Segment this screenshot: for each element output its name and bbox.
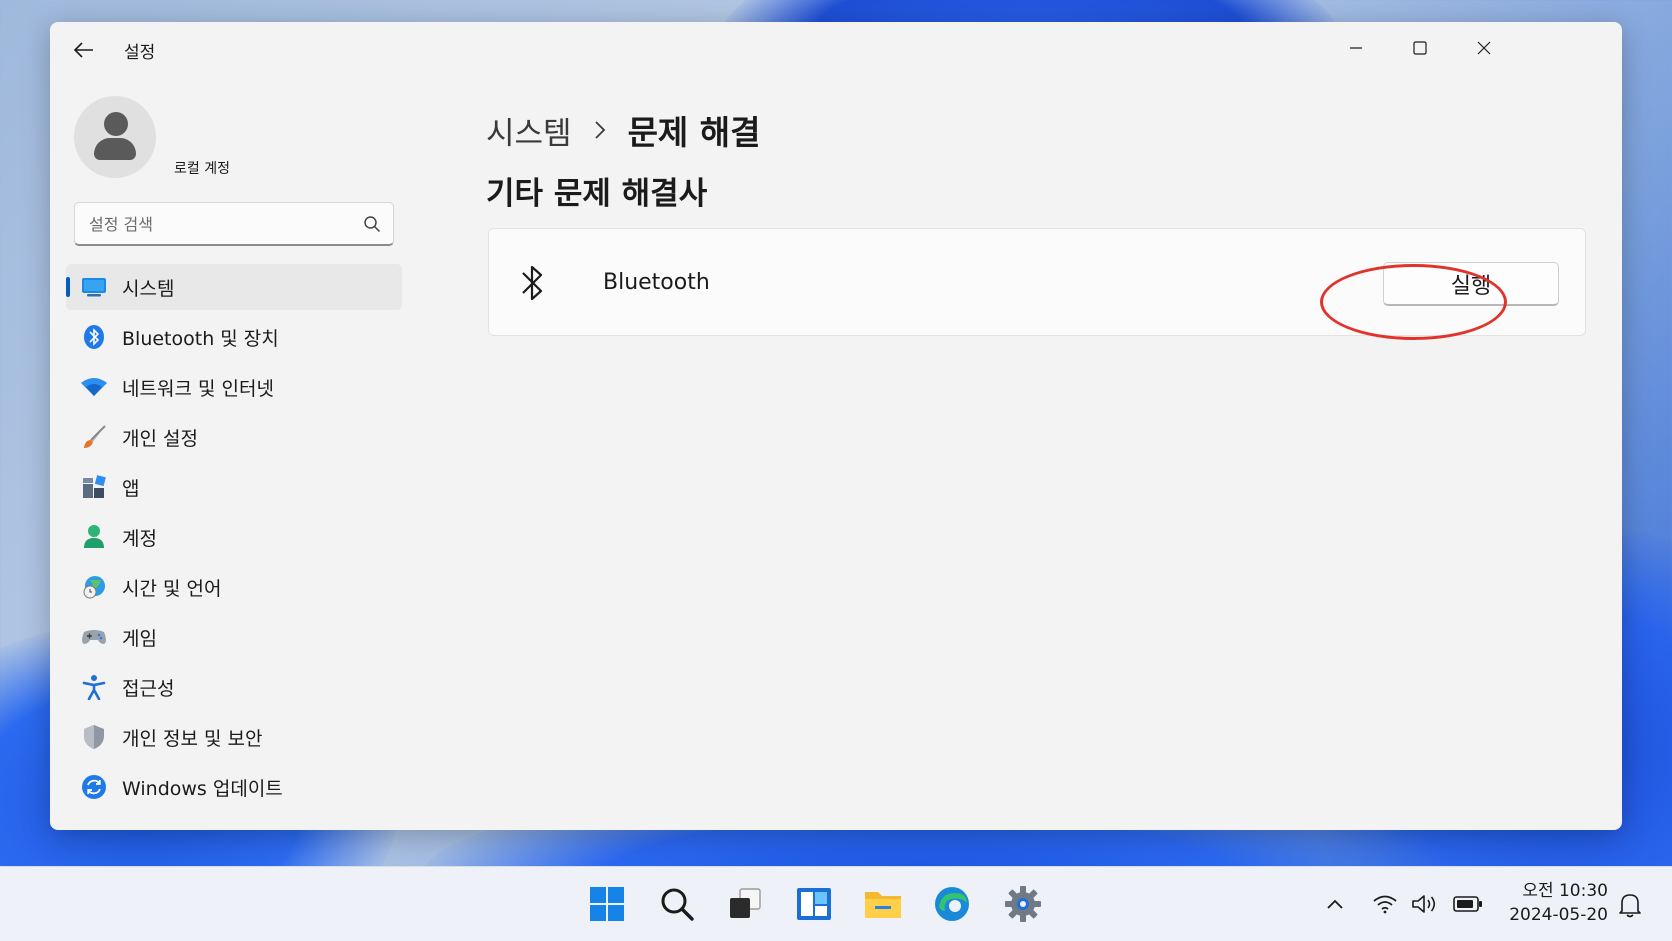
breadcrumb-current: 문제 해결 <box>627 113 761 152</box>
settings-window: 설정 로컬 계정 시스템 <box>50 22 1622 830</box>
wifi-icon <box>1373 895 1397 914</box>
taskbar: 오전 10:30 2024-05-20 <box>0 866 1672 941</box>
task-view-button[interactable] <box>718 877 772 931</box>
gamepad-icon <box>80 623 108 651</box>
sidebar-item-label: 시간 및 언어 <box>122 577 222 600</box>
title-bar: 설정 <box>50 22 1622 76</box>
sidebar-item-privacy-security[interactable]: 개인 정보 및 보안 <box>66 714 402 760</box>
close-icon <box>1477 41 1491 55</box>
maximize-button[interactable] <box>1400 32 1440 64</box>
sidebar-item-time-language[interactable]: 시간 및 언어 <box>66 564 402 610</box>
bluetooth-icon <box>80 323 108 351</box>
start-icon <box>590 887 624 921</box>
troubleshooter-card-bluetooth: Bluetooth 실행 <box>488 228 1586 336</box>
update-icon <box>80 773 108 801</box>
search-icon[interactable] <box>363 215 381 233</box>
sidebar-item-label: 개인 정보 및 보안 <box>122 727 263 750</box>
section-title: 기타 문제 해결사 <box>486 176 708 212</box>
sidebar-item-gaming[interactable]: 게임 <box>66 614 402 660</box>
battery-button[interactable] <box>1450 889 1486 919</box>
sidebar-item-label: 앱 <box>122 477 140 500</box>
sidebar-item-label: 개인 설정 <box>122 427 198 450</box>
paintbrush-icon <box>80 423 108 451</box>
settings-icon <box>1005 886 1041 922</box>
sidebar-item-label: Windows 업데이트 <box>122 777 283 800</box>
clock-date: 2024-05-20 <box>1509 905 1608 925</box>
sidebar-item-accounts[interactable]: 계정 <box>66 514 402 560</box>
maximize-icon <box>1413 41 1427 55</box>
sidebar-item-bluetooth-devices[interactable]: Bluetooth 및 장치 <box>66 314 402 360</box>
clock-time: 오전 10:30 <box>1522 881 1608 901</box>
sidebar-item-label: 게임 <box>122 627 157 650</box>
globe-clock-icon <box>80 573 108 601</box>
file-explorer-icon <box>865 892 901 918</box>
avatar <box>74 96 156 178</box>
battery-icon <box>1453 896 1482 912</box>
volume-button[interactable] <box>1408 889 1442 919</box>
person-icon <box>80 523 108 551</box>
widgets-icon <box>797 888 831 920</box>
sidebar-item-apps[interactable]: 앱 <box>66 464 402 510</box>
wifi-icon <box>80 373 108 401</box>
sidebar-item-accessibility[interactable]: 접근성 <box>66 664 402 710</box>
back-arrow-icon <box>74 42 93 58</box>
sidebar-item-system[interactable]: 시스템 <box>66 264 402 310</box>
back-button[interactable] <box>68 36 100 64</box>
account-name: 로컬 계정 <box>174 161 230 177</box>
network-status-button[interactable] <box>1368 889 1402 919</box>
bell-icon <box>1619 894 1641 918</box>
troubleshooter-label: Bluetooth <box>603 270 710 295</box>
chevron-up-icon <box>1327 899 1343 909</box>
avatar-head-shape <box>104 112 128 136</box>
notifications-button[interactable] <box>1612 889 1648 921</box>
breadcrumb: 시스템 문제 해결 <box>486 106 761 154</box>
taskbar-search-button[interactable] <box>650 877 704 931</box>
sidebar-item-label: 계정 <box>122 527 157 550</box>
minimize-icon <box>1350 47 1362 49</box>
start-button[interactable] <box>580 877 634 931</box>
speaker-icon <box>1412 895 1436 913</box>
bluetooth-icon <box>519 263 547 307</box>
minimize-button[interactable] <box>1336 32 1376 64</box>
sidebar-item-label: 네트워크 및 인터넷 <box>122 377 274 400</box>
taskbar-clock[interactable]: 오전 10:30 2024-05-20 <box>1496 879 1608 927</box>
edge-icon <box>935 887 969 921</box>
chevron-right-icon <box>594 120 606 140</box>
monitor-icon <box>80 273 108 301</box>
settings-search <box>74 202 394 246</box>
run-button[interactable]: 실행 <box>1383 262 1559 306</box>
search-icon <box>661 888 694 921</box>
show-hidden-icons-button[interactable] <box>1320 889 1350 919</box>
sidebar-nav: 시스템 Bluetooth 및 장치 네트워크 및 인터넷 개인 설정 앱 계정… <box>66 264 406 814</box>
sidebar-item-label: 시스템 <box>122 277 175 300</box>
sidebar-item-personalization[interactable]: 개인 설정 <box>66 414 402 460</box>
apps-icon <box>80 473 108 501</box>
widgets-button[interactable] <box>787 877 841 931</box>
avatar-body-shape <box>94 138 136 160</box>
accessibility-icon <box>80 673 108 701</box>
sidebar-item-label: Bluetooth 및 장치 <box>122 327 279 350</box>
close-button[interactable] <box>1464 32 1504 64</box>
sidebar-item-label: 접근성 <box>122 677 175 700</box>
settings-app-button[interactable] <box>996 877 1050 931</box>
sidebar-item-network[interactable]: 네트워크 및 인터넷 <box>66 364 402 410</box>
window-title: 설정 <box>124 43 156 63</box>
file-explorer-button[interactable] <box>856 877 910 931</box>
search-input[interactable] <box>89 213 359 235</box>
edge-button[interactable] <box>925 877 979 931</box>
sidebar-item-windows-update[interactable]: Windows 업데이트 <box>66 764 402 810</box>
task-view-icon <box>730 888 761 918</box>
breadcrumb-parent[interactable]: 시스템 <box>486 108 572 153</box>
shield-icon <box>80 723 108 751</box>
